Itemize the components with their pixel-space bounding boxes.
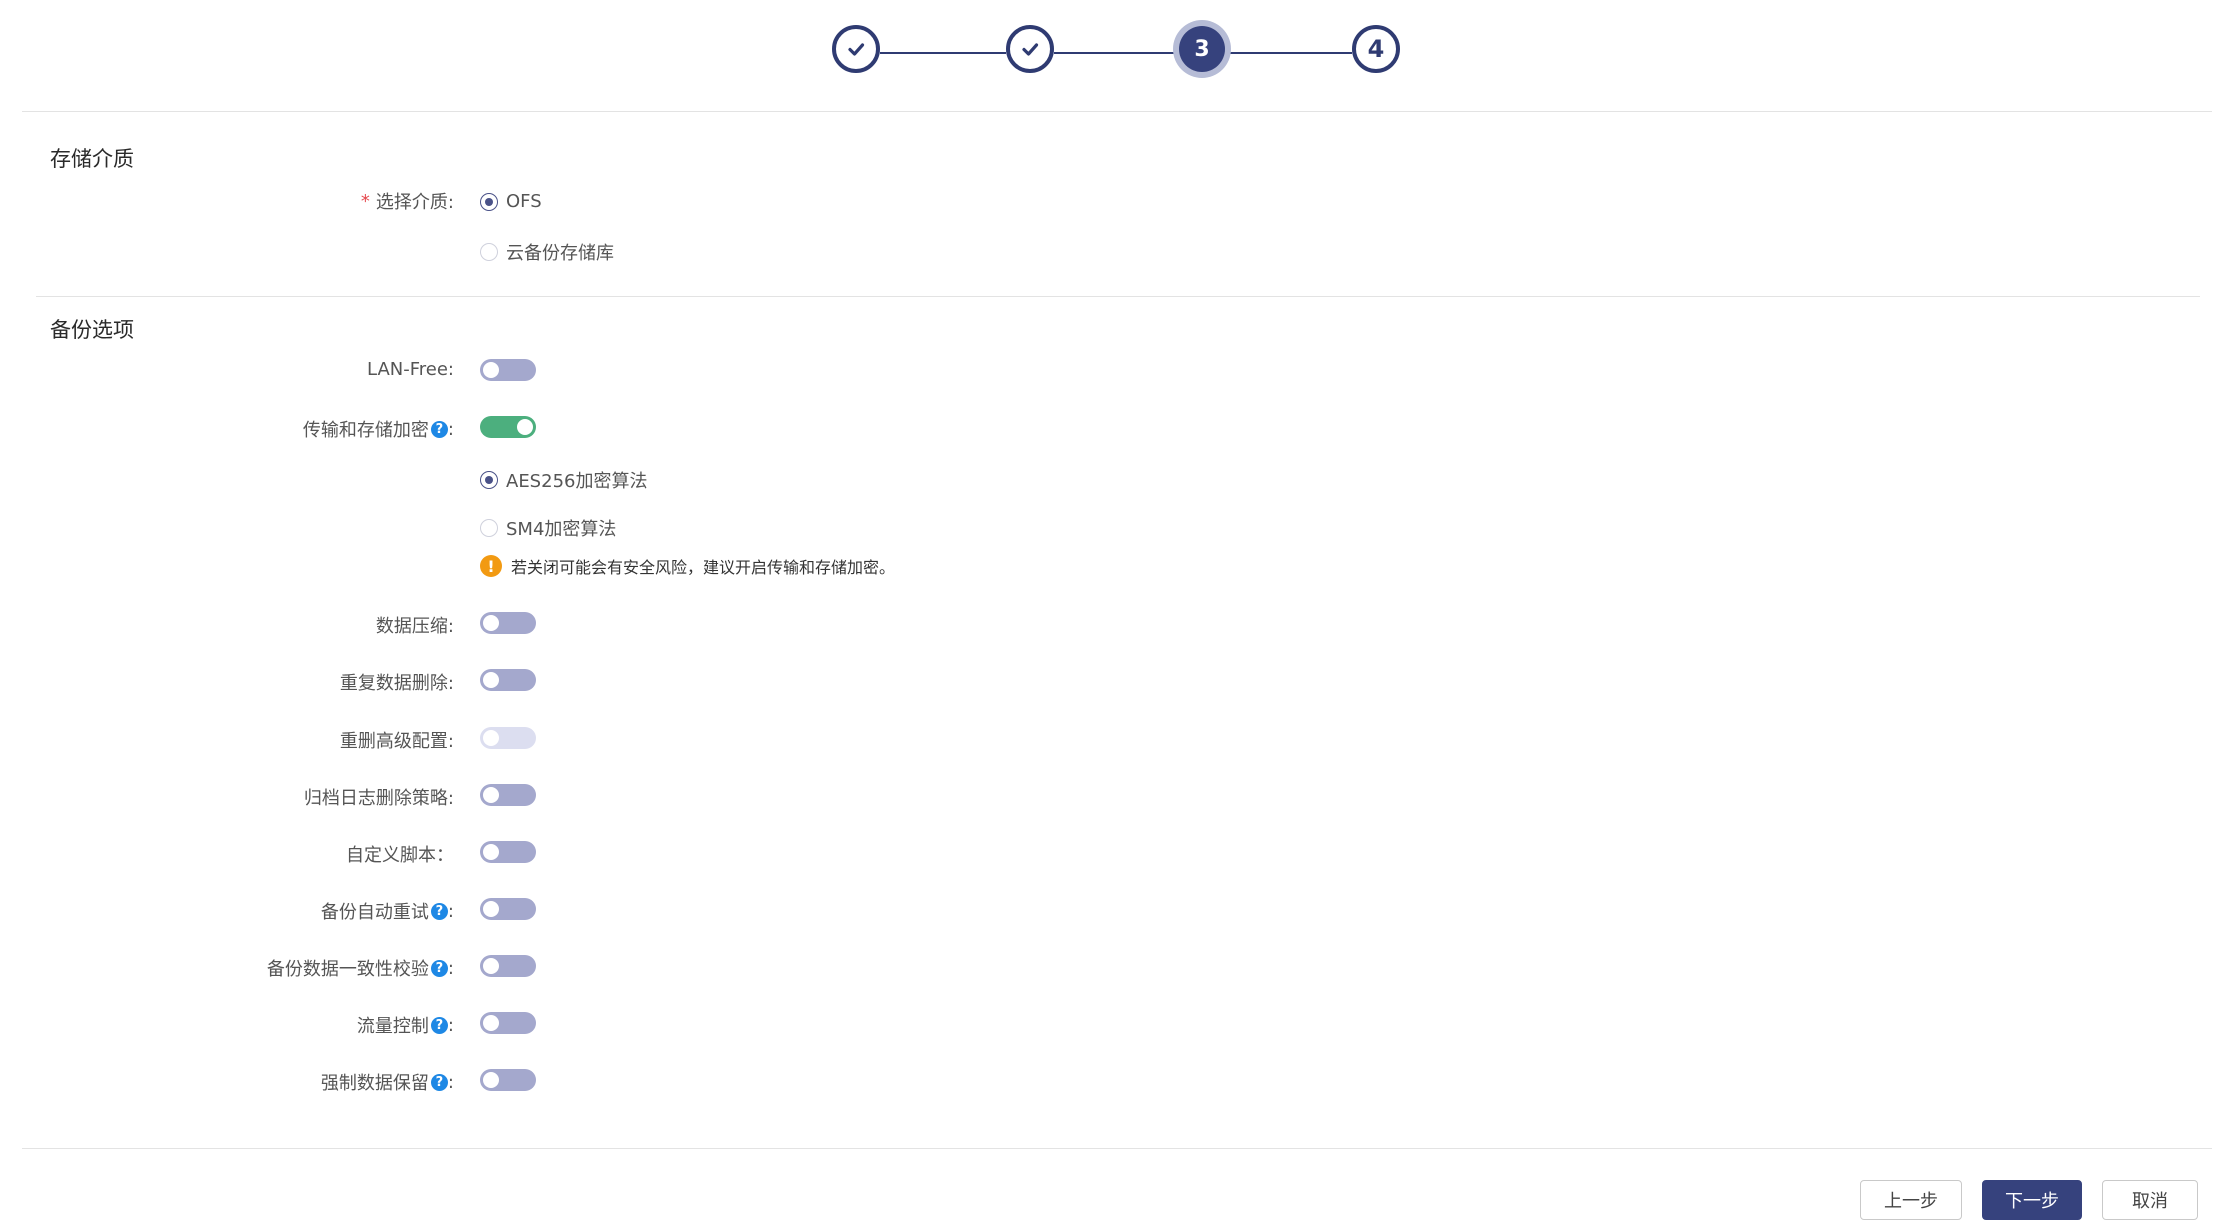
encryption-label: 传输和存储加密 ? : <box>303 416 454 442</box>
auto-retry-label: 备份自动重试 ? : <box>321 898 454 924</box>
dedup-toggle[interactable] <box>480 669 536 691</box>
step-3-active: 3 <box>1179 26 1225 72</box>
toggle-knob <box>483 901 499 917</box>
toggle-knob <box>483 730 499 746</box>
cancel-button[interactable]: 取消 <box>2102 1180 2198 1220</box>
compression-toggle[interactable] <box>480 612 536 634</box>
toggle-knob <box>483 787 499 803</box>
help-icon[interactable]: ? <box>430 902 448 920</box>
media-label-text: 选择介质: <box>375 192 454 213</box>
flow-control-label-text: 流量控制 <box>356 1016 429 1037</box>
step-number: 3 <box>1194 36 1210 62</box>
auto-retry-label-text: 备份自动重试 <box>320 902 429 923</box>
warning-icon: ! <box>480 555 502 577</box>
custom-script-toggle[interactable] <box>480 841 536 863</box>
force-retain-toggle[interactable] <box>480 1069 536 1091</box>
encryption-warning: ! 若关闭可能会有安全风险，建议开启传输和存储加密。 <box>480 554 895 578</box>
wizard-stepper: 3 4 <box>0 22 2220 84</box>
dedup-advanced-toggle <box>480 727 536 749</box>
custom-script-label: 自定义脚本： <box>346 845 454 866</box>
step-connector <box>1226 52 1352 54</box>
help-icon[interactable]: ? <box>430 1016 448 1034</box>
label-colon: : <box>447 418 454 440</box>
consistency-toggle[interactable] <box>480 955 536 977</box>
lan-free-toggle[interactable] <box>480 359 536 381</box>
force-retain-label: 强制数据保留 ? : <box>321 1069 454 1095</box>
toggle-knob <box>483 362 499 378</box>
radio-sm4[interactable]: SM4加密算法 <box>480 515 616 541</box>
radio-button[interactable] <box>480 192 498 211</box>
radio-cloud-repo[interactable]: 云备份存储库 <box>480 239 614 265</box>
toggle-knob <box>483 1015 499 1031</box>
label-colon: : <box>447 1071 454 1093</box>
step-2-done <box>1006 25 1054 73</box>
help-icon[interactable]: ? <box>430 420 448 438</box>
encryption-label-text: 传输和存储加密 <box>302 420 429 441</box>
label-colon: : <box>447 900 454 922</box>
header-divider <box>22 111 2212 112</box>
dedup-label: 重复数据删除: <box>339 673 454 694</box>
radio-label: OFS <box>506 191 542 212</box>
radio-ofs[interactable]: OFS <box>480 191 542 212</box>
consistency-label: 备份数据一致性校验 ? : <box>267 955 454 981</box>
footer-divider <box>22 1148 2212 1149</box>
radio-button[interactable] <box>480 519 498 537</box>
step-4-pending: 4 <box>1352 25 1400 73</box>
encryption-toggle[interactable] <box>480 416 536 438</box>
compression-label: 数据压缩: <box>375 616 454 637</box>
prev-step-button[interactable]: 上一步 <box>1860 1180 1962 1220</box>
archive-log-label: 归档日志删除策略: <box>303 788 454 809</box>
radio-label: AES256加密算法 <box>506 471 648 492</box>
section-divider <box>36 296 2200 297</box>
flow-control-toggle[interactable] <box>480 1012 536 1034</box>
dedup-advanced-label: 重删高级配置: <box>339 731 454 752</box>
backup-section-title: 备份选项 <box>50 318 134 342</box>
step-connector <box>880 52 1006 54</box>
next-step-button[interactable]: 下一步 <box>1982 1180 2082 1220</box>
required-mark: * <box>360 190 370 212</box>
toggle-knob <box>483 844 499 860</box>
help-icon[interactable]: ? <box>430 959 448 977</box>
storage-section-title: 存储介质 <box>50 147 134 171</box>
label-colon: : <box>447 1014 454 1036</box>
toggle-knob <box>483 1072 499 1088</box>
radio-label: 云备份存储库 <box>506 243 614 264</box>
step-1-done <box>832 25 880 73</box>
toggle-knob <box>517 419 533 435</box>
auto-retry-toggle[interactable] <box>480 898 536 920</box>
media-label: * 选择介质: <box>361 188 454 214</box>
archive-log-toggle[interactable] <box>480 784 536 806</box>
radio-button[interactable] <box>480 243 498 261</box>
force-retain-label-text: 强制数据保留 <box>320 1073 429 1094</box>
check-icon <box>1022 43 1039 56</box>
lan-free-label: LAN-Free: <box>367 359 454 380</box>
toggle-knob <box>483 615 499 631</box>
help-icon[interactable]: ? <box>430 1073 448 1091</box>
toggle-knob <box>483 958 499 974</box>
consistency-label-text: 备份数据一致性校验 <box>266 959 429 980</box>
flow-control-label: 流量控制 ? : <box>357 1012 454 1038</box>
radio-button[interactable] <box>480 471 498 489</box>
warning-text: 若关闭可能会有安全风险，建议开启传输和存储加密。 <box>511 558 896 577</box>
step-number: 4 <box>1367 35 1385 63</box>
label-colon: : <box>447 957 454 979</box>
radio-aes256[interactable]: AES256加密算法 <box>480 467 647 493</box>
radio-label: SM4加密算法 <box>506 519 617 540</box>
check-icon <box>848 43 865 56</box>
step-connector <box>1054 52 1178 54</box>
toggle-knob <box>483 672 499 688</box>
